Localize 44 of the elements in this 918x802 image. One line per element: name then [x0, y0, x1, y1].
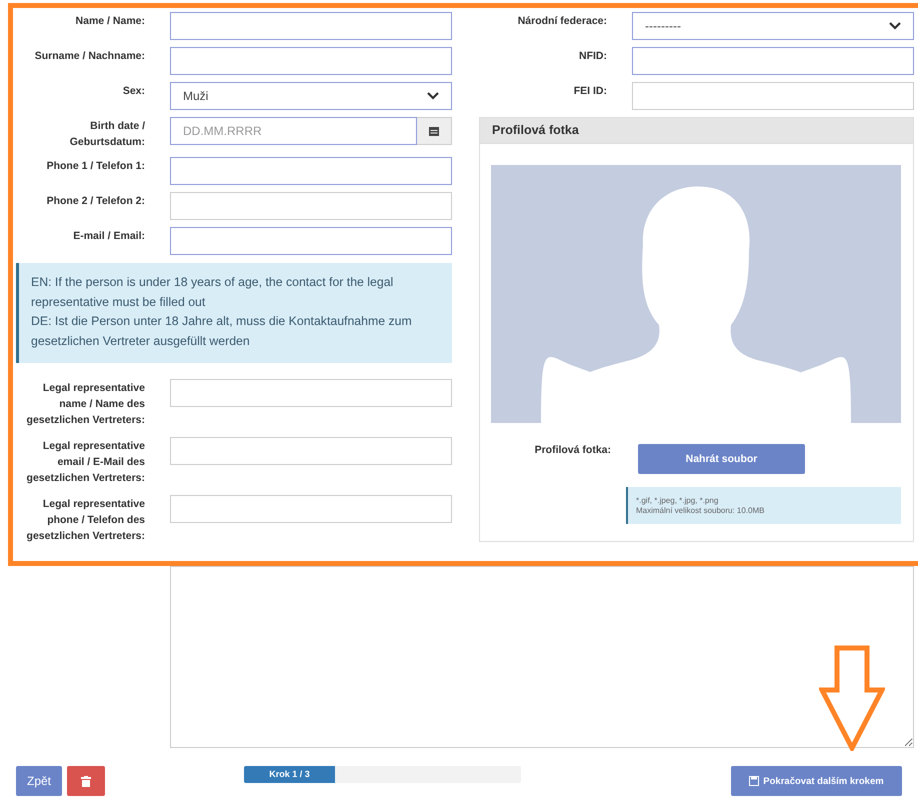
text-field[interactable] — [170, 12, 452, 40]
text-field[interactable] — [632, 47, 914, 75]
field-label: Legal representative phone / Telefon des gesetzlichen Vertreters: — [26, 497, 145, 544]
text-field[interactable] — [632, 82, 914, 110]
field-label: Name / Name: — [74, 14, 145, 29]
field-label: Národní federace: — [516, 14, 607, 29]
text-field[interactable] — [170, 157, 452, 185]
calendar-button[interactable] — [417, 117, 452, 145]
field-label: E-mail / Email: — [72, 229, 145, 244]
field-label: Legal representative email / E-Mail des gesetzlichen Vertreters: — [26, 439, 145, 486]
back-button[interactable]: Zpět — [16, 766, 62, 796]
chevron-down-icon — [889, 22, 901, 30]
field-label: Profilová fotka: — [534, 444, 611, 458]
save-icon — [749, 776, 760, 786]
chevron-down-icon — [427, 92, 439, 100]
trash-icon — [81, 776, 91, 786]
field-label: Sex: — [122, 84, 145, 99]
text-field[interactable] — [170, 379, 452, 407]
select-field[interactable]: --------- — [632, 12, 914, 40]
date-field[interactable]: DD.MM.RRRR — [170, 117, 417, 145]
note-textarea[interactable] — [170, 566, 914, 748]
calendar-icon — [429, 126, 439, 136]
notice-text: EN: If the person is under 18 years of age, the contact for the legal representative must be filled out — [31, 274, 394, 310]
hint-text: *.gif, *.jpeg, *.jpg, *.png — [636, 496, 720, 506]
field-label: Phone 1 / Telefon 1: — [46, 159, 145, 174]
field-label: Surname / Nachname: — [34, 49, 145, 64]
select-field[interactable]: Muži — [170, 82, 452, 110]
hint-text: Maximální velikost souboru: 10.0MB — [636, 506, 766, 516]
panel-title: Profilová fotka — [480, 118, 913, 144]
text-field[interactable] — [170, 437, 452, 465]
continue-button[interactable]: Pokračovat dalším krokem — [731, 766, 902, 796]
field-label: Legal representative name / Name des gesetzlichen Vertreters: — [26, 381, 145, 428]
text-field[interactable] — [170, 192, 452, 220]
field-label: Birth date / Geburtsdatum: — [68, 119, 145, 150]
notice-text: DE: Ist die Person unter 18 Jahre alt, muss die Kontaktaufnahme zum gesetzlichen Vertreter ausgefüllt werden — [31, 313, 413, 350]
text-field[interactable] — [170, 495, 452, 523]
field-label: FEI ID: — [572, 84, 607, 99]
field-label: NFID: — [578, 49, 607, 64]
field-label: Phone 2 / Telefon 2: — [46, 194, 145, 209]
delete-button[interactable] — [67, 766, 105, 796]
upload-button[interactable]: Nahrát soubor — [638, 444, 805, 474]
text-field[interactable] — [170, 47, 452, 75]
text-field[interactable] — [170, 227, 452, 255]
progress-label: Krok 1 / 3 — [268, 768, 311, 781]
